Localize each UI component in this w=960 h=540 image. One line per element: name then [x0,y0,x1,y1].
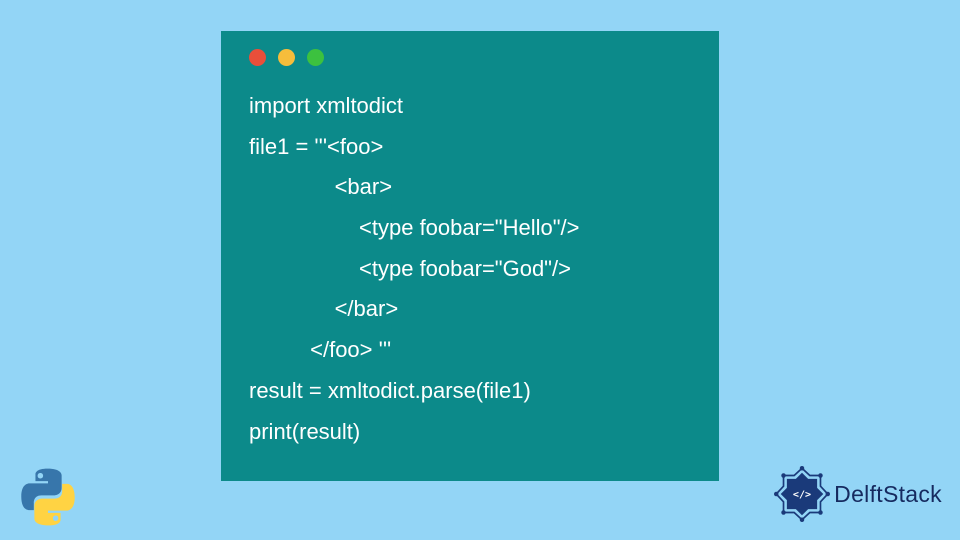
minimize-icon [278,49,295,66]
svg-text:</>: </> [793,489,811,500]
code-content: import xmltodict file1 = '''<foo> <bar> … [249,86,701,452]
code-line: </foo> ''' [249,337,391,362]
delftstack-label: DelftStack [834,481,942,508]
delftstack-icon: </> [774,466,830,522]
maximize-icon [307,49,324,66]
python-logo-icon [18,467,78,527]
window-controls [249,49,701,66]
code-line: import xmltodict [249,93,403,118]
code-window: import xmltodict file1 = '''<foo> <bar> … [221,31,719,481]
code-line: </bar> [249,296,398,321]
code-line: <bar> [249,174,392,199]
code-line: <type foobar="God"/> [249,256,571,281]
close-icon [249,49,266,66]
code-line: file1 = '''<foo> [249,134,383,159]
code-line: print(result) [249,419,360,444]
delftstack-logo: </> DelftStack [774,466,942,522]
code-line: result = xmltodict.parse(file1) [249,378,531,403]
code-line: <type foobar="Hello"/> [249,215,580,240]
